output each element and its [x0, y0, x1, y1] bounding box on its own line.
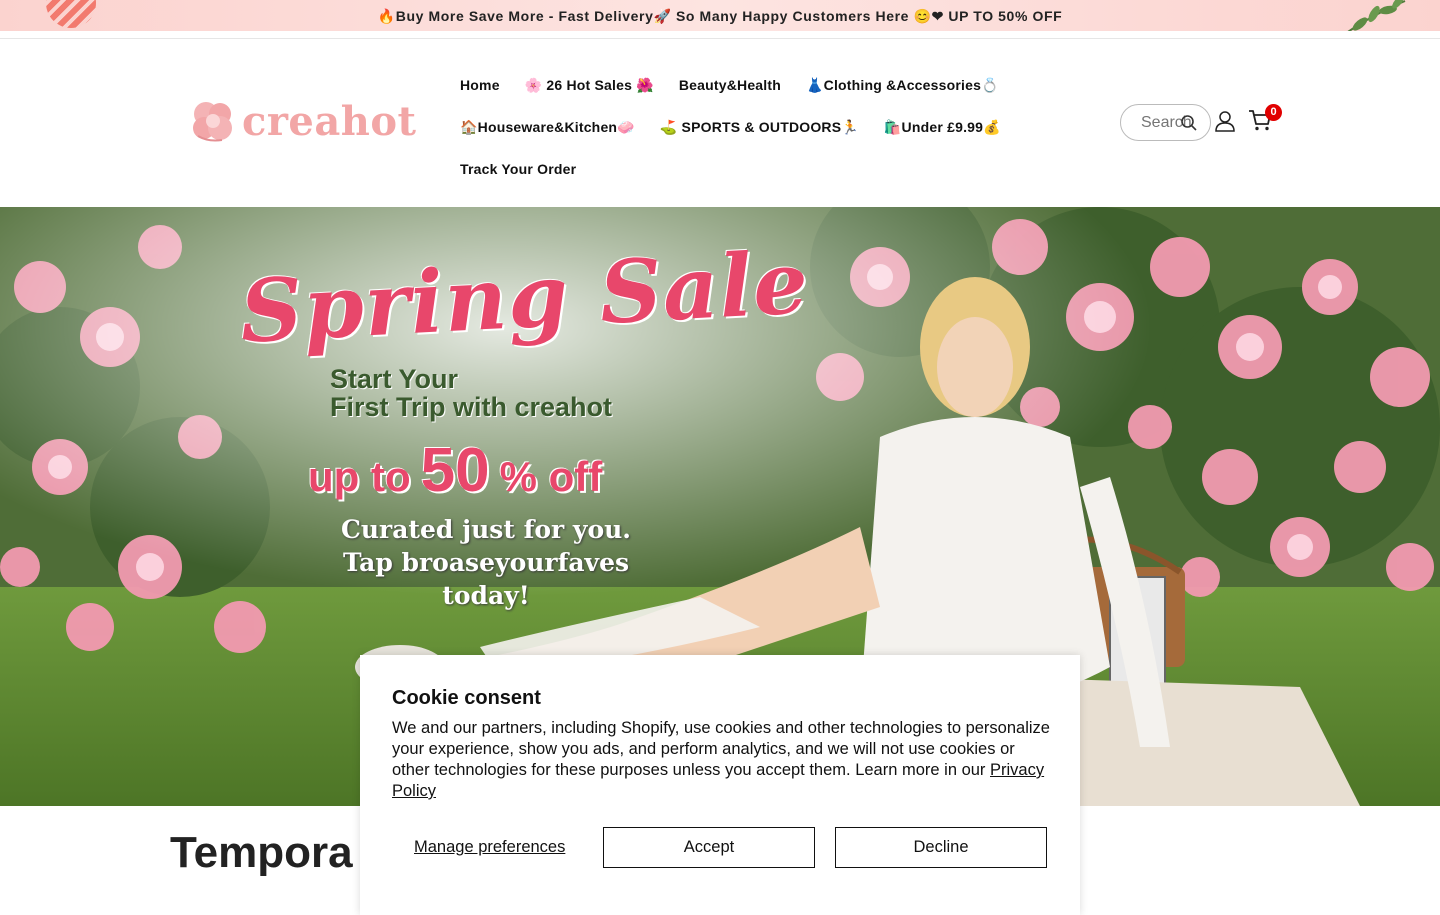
announcement-bar: 🔥Buy More Save More - Fast Delivery🚀 So … [0, 0, 1440, 31]
hero-tagline: Curated just for you. Tap broaseyourfave… [306, 513, 666, 612]
main-navigation: Home 🌸 26 Hot Sales 🌺 Beauty&Health 👗Clo… [460, 64, 1060, 190]
leaf-decoration-icon [1347, 0, 1406, 31]
logo-text: creahot [242, 97, 417, 145]
accept-button[interactable]: Accept [603, 827, 815, 868]
decline-button[interactable]: Decline [835, 827, 1047, 868]
offer-number: 50 [420, 436, 490, 505]
hero-offer: up to 50% off [308, 435, 602, 506]
offer-suffix: % off [499, 453, 603, 500]
search-input[interactable] [1141, 105, 1210, 140]
cookie-consent-dialog: Cookie consent We and our partners, incl… [360, 655, 1080, 915]
cookie-body: We and our partners, including Shopify, … [392, 718, 1052, 802]
flower-logo-icon [193, 102, 232, 142]
nav-houseware-kitchen[interactable]: 🏠Houseware&Kitchen🧼 [460, 119, 635, 136]
nav-row: Track Your Order [460, 148, 1060, 190]
nav-sports-outdoors[interactable]: ⛳ SPORTS & OUTDOORS🏃 [660, 119, 859, 136]
nav-hot-sales[interactable]: 🌸 26 Hot Sales 🌺 [525, 77, 654, 94]
cookie-body-text: We and our partners, including Shopify, … [392, 719, 1050, 779]
nav-clothing-accessories[interactable]: 👗Clothing &Accessories💍 [806, 77, 999, 94]
cart-count-badge: 0 [1265, 104, 1282, 121]
hero-tagline-line: Curated just for you. [340, 515, 631, 544]
nav-home[interactable]: Home [460, 77, 500, 93]
nav-row: Home 🌸 26 Hot Sales 🌺 Beauty&Health 👗Clo… [460, 64, 1060, 106]
manage-preferences-link[interactable]: Manage preferences [414, 838, 565, 857]
search-icon[interactable] [1180, 114, 1198, 132]
nav-beauty-health[interactable]: Beauty&Health [679, 77, 781, 93]
announcement-text: 🔥Buy More Save More - Fast Delivery🚀 So … [377, 8, 1063, 24]
section-heading: Tempora [170, 828, 353, 877]
nav-under-price[interactable]: 🛍️Under £9.99💰 [884, 119, 1001, 136]
search-box [1120, 104, 1211, 141]
nav-track-order[interactable]: Track Your Order [460, 161, 576, 177]
site-logo[interactable]: creahot [188, 96, 417, 146]
cookie-title: Cookie consent [392, 687, 541, 709]
offer-prefix: up to [308, 453, 411, 500]
hero-subtitle-line: Start Your [330, 364, 459, 394]
hero-subtitle: Start Your First Trip with creahot [330, 365, 612, 421]
hero-tagline-line: Tap broaseyourfaves today! [342, 548, 630, 610]
nav-row: 🏠Houseware&Kitchen🧼 ⛳ SPORTS & OUTDOORS🏃… [460, 106, 1060, 148]
header-divider [0, 38, 1440, 39]
hero-subtitle-line: First Trip with creahot [330, 392, 613, 422]
user-icon[interactable] [1214, 110, 1236, 132]
